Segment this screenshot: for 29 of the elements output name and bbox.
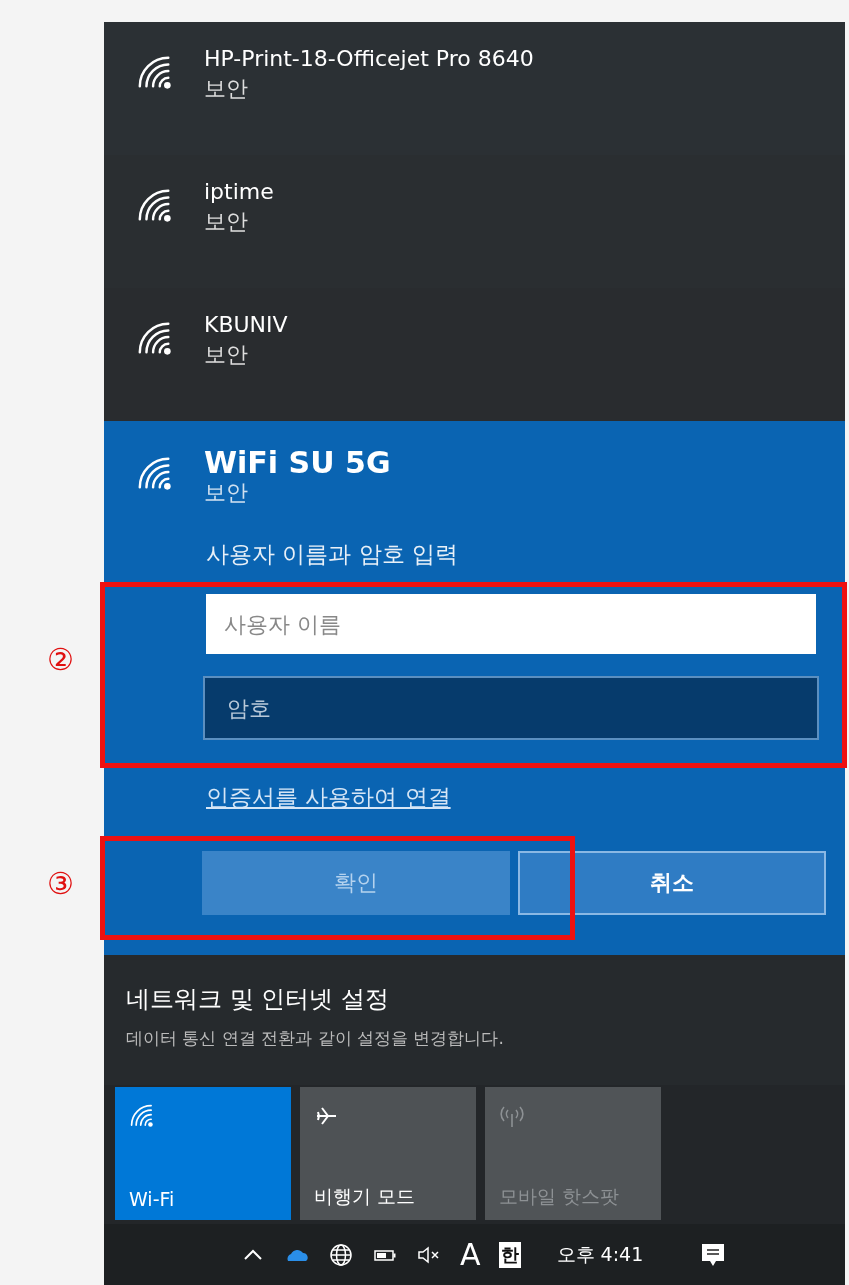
wifi-icon (136, 455, 174, 493)
network-name[interactable]: WiFi SU 5G (204, 445, 391, 481)
network-status: 보안 (204, 481, 248, 505)
wifi-icon (129, 1103, 155, 1129)
network-name[interactable]: HP-Print-18-Officejet Pro 8640 (204, 44, 534, 74)
cancel-button[interactable]: 취소 (518, 851, 826, 915)
credentials-prompt: 사용자 이름과 암호 입력 (206, 540, 458, 569)
step-number: ③ (47, 866, 74, 901)
network-name[interactable]: KBUNIV (204, 310, 288, 340)
step-number: ② (47, 642, 74, 677)
input-mode-indicator[interactable]: A (460, 1237, 481, 1272)
quick-action-tile[interactable]: Wi-Fi (115, 1087, 291, 1220)
wifi-icon (136, 54, 174, 92)
network-status: 보안 (204, 75, 248, 103)
antenna-icon (499, 1103, 525, 1129)
wifi-icon (136, 320, 174, 358)
clock[interactable]: 오후 4:41 (556, 1241, 644, 1268)
globe-icon[interactable] (328, 1241, 354, 1268)
network-name[interactable]: iptime (204, 177, 274, 207)
certificate-link[interactable]: 인증서를 사용하여 연결 (206, 782, 451, 813)
wifi-icon (136, 187, 174, 225)
input-language-indicator[interactable]: 한 (498, 1241, 521, 1268)
settings-link[interactable]: 네트워크 및 인터넷 설정 (126, 983, 389, 1015)
quick-action-tile[interactable]: 비행기 모드 (300, 1087, 476, 1220)
network-status: 보안 (204, 341, 248, 369)
settings-description: 데이터 통신 연결 전환과 같이 설정을 변경합니다. (126, 1027, 504, 1050)
network-status: 보안 (204, 208, 248, 236)
password-field[interactable]: 암호 (203, 676, 819, 740)
username-field[interactable]: 사용자 이름 (206, 594, 816, 654)
